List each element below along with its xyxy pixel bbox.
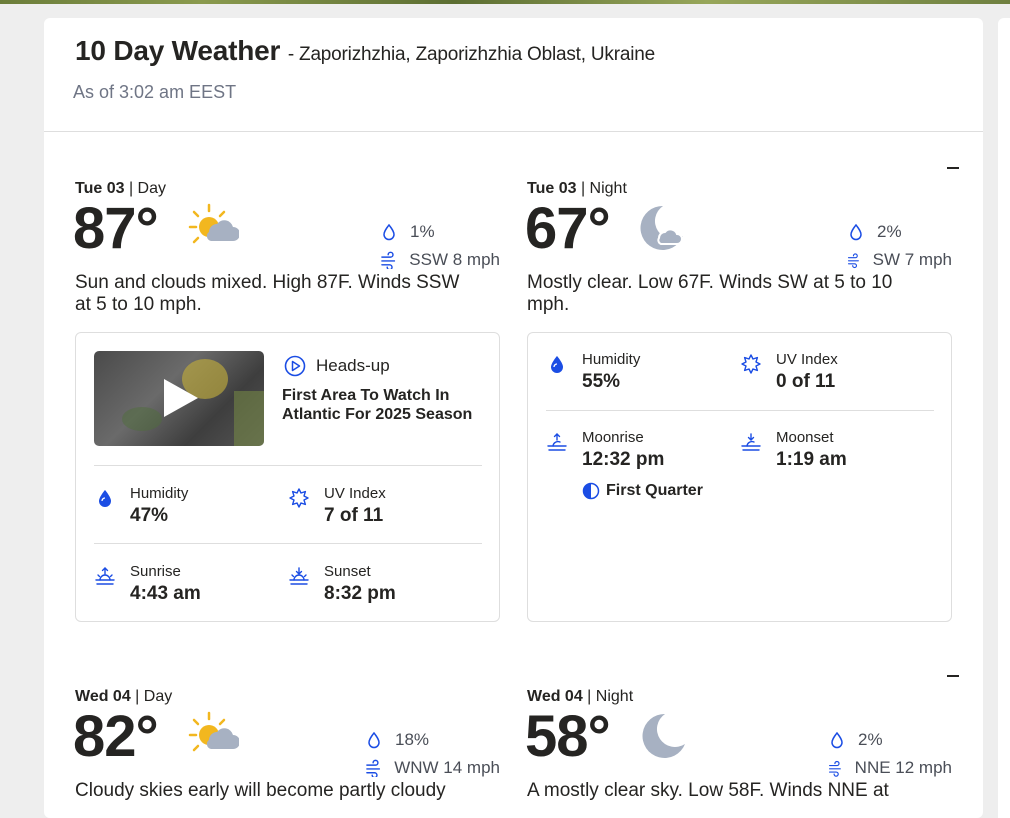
forecast-description: Mostly clear. Low 67F. Winds SW at 5 to … <box>527 272 893 315</box>
play-circle-icon <box>284 355 306 377</box>
collapse-day-1-button[interactable] <box>947 167 959 169</box>
uv-index-icon <box>289 488 309 508</box>
metric-label: Moonset <box>776 429 834 446</box>
precip-value: 1% <box>410 222 435 241</box>
wind-value: SW 7 mph <box>872 250 952 269</box>
day-details-box: Heads-up First Area To Watch In Atlantic… <box>75 332 500 622</box>
moon-cloud-icon <box>640 205 683 250</box>
sun-cloud-icon <box>188 711 239 752</box>
raindrop-icon <box>850 223 862 241</box>
humidity-icon <box>99 490 111 507</box>
ten-day-weather-card: 10 Day Weather - Zaporizhzhia, Zaporizhz… <box>44 18 983 818</box>
metric-label: Humidity <box>130 485 189 502</box>
headsup-label: Heads-up <box>316 356 390 375</box>
precip-chance: 18% <box>365 730 500 750</box>
divider <box>94 465 482 466</box>
moonrise-icon <box>547 433 567 451</box>
metric-value: 55% <box>582 371 621 392</box>
wind: SW 7 mph <box>847 250 952 270</box>
wind: WNW 14 mph <box>365 758 500 778</box>
uv-index-metric: UV Index 0 of 11 <box>740 351 910 399</box>
wind-value: NNE 12 mph <box>854 758 952 777</box>
video-thumbnail[interactable] <box>94 351 264 446</box>
moon-phase-label: First Quarter <box>606 482 703 499</box>
metric-label: Humidity <box>582 351 641 368</box>
divider <box>546 410 934 411</box>
divider <box>94 543 482 544</box>
wind: NNE 12 mph <box>828 758 952 778</box>
precip-value: 18% <box>395 730 430 749</box>
moon-phase: First Quarter <box>582 482 703 500</box>
wind-icon <box>829 760 841 777</box>
headsup-video-title[interactable]: First Area To Watch In Atlantic For 2025… <box>282 386 487 424</box>
wind-icon <box>847 253 859 269</box>
wind-icon <box>381 251 396 269</box>
metric-value: 0 of 11 <box>776 371 836 392</box>
play-icon[interactable] <box>164 379 198 417</box>
metric-label: Moonrise <box>582 429 644 446</box>
top-background-strip <box>0 0 1010 4</box>
forecast-description: Sun and clouds mixed. High 87F. Winds SS… <box>75 272 460 315</box>
temperature: 82° <box>73 704 159 769</box>
metric-value: 7 of 11 <box>324 505 384 526</box>
wind: SSW 8 mph <box>380 250 500 270</box>
night-details-box: Humidity 55% UV Index 0 of 11 Moonrise 1… <box>527 332 952 622</box>
card-header: 10 Day Weather - Zaporizhzhia, Zaporizhz… <box>44 18 983 132</box>
humidity-metric: Humidity 47% <box>94 485 264 533</box>
temperature: 67° <box>525 196 611 261</box>
wind-icon <box>366 759 381 777</box>
precip-chance: 1% <box>380 222 500 242</box>
map-overlay <box>122 407 162 431</box>
forecast-description: A mostly clear sky. Low 58F. Winds NNE a… <box>527 780 889 801</box>
humidity-icon <box>551 356 563 373</box>
sunset-icon <box>289 567 309 585</box>
raindrop-icon <box>368 731 380 749</box>
precip-value: 2% <box>877 222 902 241</box>
as-of-timestamp: As of 3:02 am EEST <box>73 82 237 102</box>
metric-value: 12:32 pm <box>582 449 665 470</box>
moonset-metric: Moonset 1:19 am <box>740 429 910 477</box>
day-2-night-panel: Wed 04 | Night 58° 2% NNE 12 mph A mostl… <box>525 688 952 818</box>
metric-label: Sunrise <box>130 563 181 580</box>
metric-value: 8:32 pm <box>324 583 396 604</box>
day-2-day-panel: Wed 04 | Day 82° 18% WNW 14 mph Cloudy s… <box>73 688 500 818</box>
metric-value: 4:43 am <box>130 583 201 604</box>
wind-value: WNW 14 mph <box>394 758 500 777</box>
moonset-icon <box>741 433 761 451</box>
headsup-label-row: Heads-up <box>284 355 390 377</box>
precip-chance: 2% <box>828 730 952 750</box>
sunrise-metric: Sunrise 4:43 am <box>94 563 264 611</box>
temperature: 58° <box>525 704 611 769</box>
day-1-day-panel: Tue 03 | Day 87° 1% SSW 8 mph Sun and cl… <box>73 180 500 640</box>
humidity-metric: Humidity 55% <box>546 351 716 399</box>
precip-chance: 2% <box>847 222 952 242</box>
day-1-night-panel: Tue 03 | Night 67° 2% SW 7 mph Mostly cl… <box>525 180 952 640</box>
first-quarter-moon-icon <box>582 482 600 500</box>
raindrop-icon <box>831 731 843 749</box>
sunset-metric: Sunset 8:32 pm <box>288 563 458 611</box>
uv-index-metric: UV Index 7 of 11 <box>288 485 458 533</box>
wind-value: SSW 8 mph <box>409 250 500 269</box>
temperature: 87° <box>73 196 159 261</box>
forecast-description: Cloudy skies early will become partly cl… <box>75 780 446 801</box>
metric-label: Sunset <box>324 563 371 580</box>
metric-label: UV Index <box>776 351 838 368</box>
title-text: 10 Day Weather <box>75 35 281 66</box>
moonrise-metric: Moonrise 12:32 pm <box>546 429 716 477</box>
uv-index-icon <box>741 354 761 374</box>
map-overlay <box>234 391 264 446</box>
location-text: - Zaporizhzhia, Zaporizhzhia Oblast, Ukr… <box>287 44 655 65</box>
metric-label: UV Index <box>324 485 386 502</box>
sunrise-icon <box>95 567 115 585</box>
raindrop-icon <box>383 223 395 241</box>
collapse-day-2-button[interactable] <box>947 675 959 677</box>
sun-cloud-icon <box>188 203 239 244</box>
metric-value: 1:19 am <box>776 449 847 470</box>
metric-value: 47% <box>130 505 169 526</box>
page-title: 10 Day Weather - Zaporizhzhia, Zaporizhz… <box>75 35 655 67</box>
moon-icon <box>642 713 685 758</box>
adjacent-card-edge <box>998 18 1010 818</box>
precip-value: 2% <box>858 730 883 749</box>
